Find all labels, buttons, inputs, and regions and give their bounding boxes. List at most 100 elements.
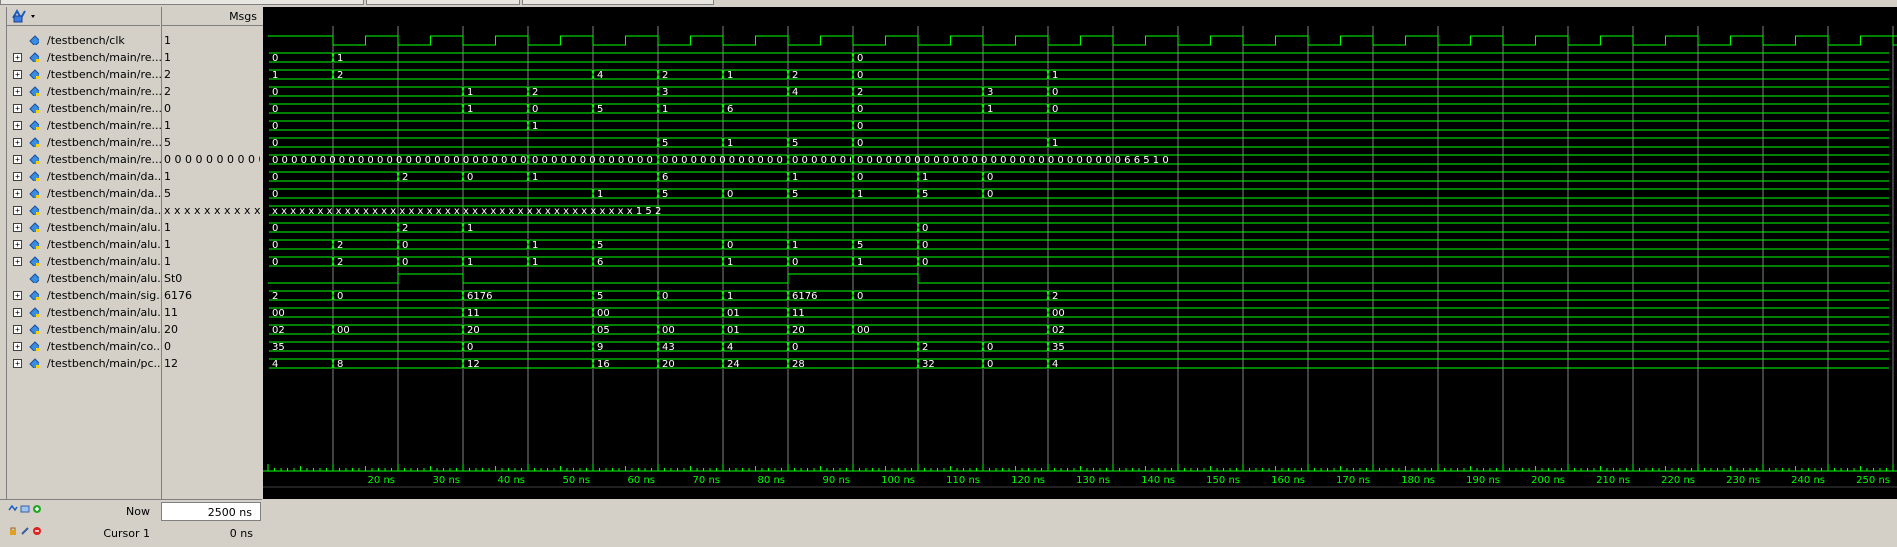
bus-segment: 00 (851, 324, 1047, 336)
bus-segment: 5 (591, 103, 657, 115)
signal-value: 5 (164, 136, 171, 149)
waveform-canvas[interactable]: 0 1 01 2 4 2 1 2 0 10 1 2 3 4 2 3 00 1 0 5 1 6 0 1 00 1 00 5 1 5 0 10 0… (263, 7, 1897, 499)
time-tick-label: 180 ns (1401, 475, 1435, 486)
signal-row[interactable]: + /testbench/main/re... (7, 151, 162, 168)
value-row: 2 (164, 66, 260, 83)
signal-row[interactable]: + /testbench/main/alu... (7, 236, 168, 253)
bus-segment: 0 (269, 256, 332, 268)
expand-icon[interactable]: + (13, 308, 22, 317)
bus-value-label: 00 (597, 308, 610, 319)
bus-segment: 1 (786, 239, 852, 251)
bus-value-label: 1 (272, 70, 278, 81)
expand-icon[interactable]: + (13, 291, 22, 300)
bus-value-label: 01 (727, 325, 740, 336)
add-wave-icon[interactable] (8, 504, 18, 514)
signal-row[interactable]: /testbench/clk (7, 32, 160, 49)
expand-icon[interactable]: + (13, 138, 22, 147)
add-cursor-icon[interactable] (32, 504, 42, 514)
bus-segment: 0 (916, 256, 1889, 268)
signal-row[interactable]: + /testbench/main/re... (7, 66, 163, 83)
bus-segment: 4 (591, 69, 657, 81)
expand-icon[interactable]: + (13, 240, 22, 249)
bus-signal-icon (29, 137, 39, 147)
bus-signal-icon (29, 120, 39, 130)
value-row: 1 (164, 168, 260, 185)
lock-icon[interactable] (8, 526, 18, 536)
expand-icon[interactable]: + (13, 342, 22, 351)
signal-name: /testbench/main/alu... (47, 255, 168, 268)
bus-value-label: 1 (532, 240, 538, 251)
delete-cursor-icon[interactable] (32, 526, 42, 536)
signal-value: 1 (164, 255, 171, 268)
bus-value-label: 4 (597, 70, 603, 81)
bus-value-label: 02 (272, 325, 285, 336)
bus-segment: 6176 (786, 290, 852, 302)
expand-icon[interactable]: + (13, 223, 22, 232)
bus-value-label: 6 (727, 104, 733, 115)
signal-row[interactable]: + /testbench/main/da... (7, 168, 165, 185)
signal-row[interactable]: + /testbench/main/re... (7, 49, 162, 66)
signal-row[interactable]: + /testbench/main/sig... (7, 287, 167, 304)
bus-value-label: 1 (1052, 70, 1058, 81)
signal-row[interactable]: + /testbench/main/da... (7, 202, 165, 219)
bus-value-label: 1 (727, 257, 733, 268)
bus-value-label: 0 (987, 189, 993, 200)
signal-row[interactable]: + /testbench/main/re... (7, 83, 162, 100)
grid-icon[interactable] (20, 504, 30, 514)
signal-values-pane: Msgs 11220150 0 0 0 0 0 0 0 0 0...15x x … (161, 7, 263, 499)
bus-value-label: 0 (662, 291, 668, 302)
bus-value-label: 2 (532, 87, 538, 98)
bus-signal-icon (29, 256, 39, 266)
bus-value-label: 0 (727, 240, 733, 251)
expand-icon[interactable]: + (13, 206, 22, 215)
expand-icon[interactable]: + (13, 121, 22, 130)
bus-value-label: 3 (662, 87, 668, 98)
expand-icon[interactable]: + (13, 325, 22, 334)
bus-value-label: 28 (792, 359, 805, 370)
signal-row[interactable]: + /testbench/main/alu... (7, 253, 168, 270)
expand-icon[interactable]: + (13, 189, 22, 198)
expand-icon[interactable]: + (13, 359, 22, 368)
bus-segment: 1 (269, 69, 332, 81)
bus-value-label: 2 (337, 70, 343, 81)
signal-row[interactable]: + /testbench/main/alu... (7, 219, 168, 236)
expand-icon[interactable]: + (13, 53, 22, 62)
bus-value-label: 1 (792, 172, 798, 183)
signal-row[interactable]: + /testbench/main/da... (7, 185, 165, 202)
signal-row[interactable]: /testbench/main/alu... (7, 270, 168, 287)
bus-segment: 0 (851, 290, 1047, 302)
time-tick-label: 30 ns (433, 475, 460, 486)
signal-name: /testbench/main/re... (47, 136, 163, 149)
bus-value-label: 0 (402, 240, 408, 251)
signal-row[interactable]: + /testbench/main/pc... (7, 355, 164, 372)
signal-row[interactable]: + /testbench/main/alu... (7, 321, 168, 338)
toolbar-tab[interactable] (0, 0, 364, 5)
signal-name: /testbench/main/re... (47, 68, 163, 81)
bus-segment: 1 (526, 171, 657, 183)
signal-row[interactable]: + /testbench/main/re... (7, 100, 162, 117)
bus-value-label: 2 (337, 240, 343, 251)
edit-cursor-icon[interactable] (20, 526, 30, 536)
bus-value-label: 0 (1052, 87, 1058, 98)
toolbar-tab[interactable] (366, 0, 520, 5)
expand-icon[interactable]: + (13, 104, 22, 113)
wave-menu-icon[interactable] (11, 8, 39, 24)
bus-segment: 6 (721, 103, 852, 115)
signal-name: /testbench/main/alu... (47, 306, 168, 319)
expand-icon[interactable]: + (13, 257, 22, 266)
toolbar-tab[interactable] (522, 0, 714, 5)
expand-icon[interactable]: + (13, 155, 22, 164)
bus-segment: 4 (721, 341, 787, 353)
signal-row[interactable]: + /testbench/main/co... (7, 338, 164, 355)
bus-segment: 5 (591, 239, 722, 251)
expand-icon[interactable]: + (13, 87, 22, 96)
expand-icon[interactable]: + (13, 70, 22, 79)
bus-segment: 0 (851, 52, 1889, 64)
bus-value-label: 0 (857, 104, 863, 115)
signal-row[interactable]: + /testbench/main/alu... (7, 304, 168, 321)
waveform-pane[interactable]: 01012421201012342300105160100100515010 0… (263, 7, 1897, 499)
signal-row[interactable]: + /testbench/main/re... (7, 117, 162, 134)
expand-icon[interactable]: + (13, 172, 22, 181)
bus-value-label: 6 (662, 172, 668, 183)
signal-row[interactable]: + /testbench/main/re... (7, 134, 163, 151)
